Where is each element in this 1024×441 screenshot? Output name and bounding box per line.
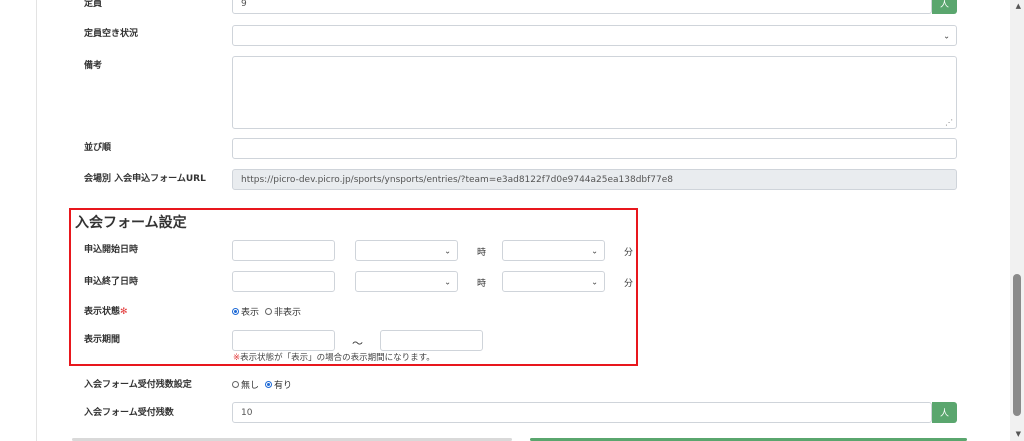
url-value: https://picro-dev.picro.jp/sports/ynspor… [241, 174, 674, 185]
note-text: 表示状態が「表示」の場合の表示期間になります。 [240, 353, 435, 363]
end-date-input[interactable] [232, 271, 335, 292]
url-readonly-field[interactable]: https://picro-dev.picro.jp/sports/ynspor… [232, 169, 957, 190]
resize-handle-icon[interactable]: ⋰ [945, 118, 953, 127]
display-show-option[interactable]: 表示 [232, 305, 259, 318]
radio-unchecked-icon[interactable] [265, 308, 273, 315]
end-minute-select[interactable]: ⌄ [502, 271, 605, 292]
end-hour-unit: 時 [477, 279, 487, 289]
display-period-label: 表示期間 [84, 335, 121, 345]
remaining-none-label: 無し [241, 381, 260, 391]
section-title: 入会フォーム設定 [75, 215, 187, 231]
required-mark: ✻ [120, 307, 128, 317]
capacity-value: 9 [241, 0, 247, 9]
remaining-setting-radio-group: 無し 有り [232, 378, 298, 391]
radio-checked-icon[interactable] [232, 308, 239, 315]
scroll-down-arrow-icon[interactable]: ▼ [1016, 430, 1021, 438]
remaining-count-label: 入会フォーム受付残数 [84, 408, 174, 418]
capacity-label: 定員 [84, 0, 103, 9]
chevron-down-icon: ⌄ [943, 31, 950, 40]
display-state-radio-group: 表示 非表示 [232, 305, 307, 318]
display-show-label: 表示 [241, 308, 260, 318]
chevron-down-icon: ⌄ [591, 246, 598, 255]
order-input[interactable] [232, 138, 957, 159]
capacity-input[interactable]: 9 [232, 0, 932, 14]
display-period-end-input[interactable] [380, 330, 483, 351]
radio-unchecked-icon[interactable] [232, 381, 239, 388]
left-border [36, 0, 37, 441]
start-hour-unit: 時 [477, 248, 487, 258]
capacity-unit-addon: 人 [932, 0, 957, 14]
end-datetime-label: 申込終了日時 [84, 277, 139, 287]
order-label: 並び順 [84, 143, 112, 153]
display-hide-label: 非表示 [274, 308, 302, 318]
period-tilde: ～ [352, 337, 363, 350]
start-minute-unit: 分 [624, 248, 634, 258]
start-minute-select[interactable]: ⌄ [502, 240, 605, 261]
remaining-yes-option[interactable]: 有り [265, 378, 292, 391]
chevron-down-icon: ⌄ [591, 277, 598, 286]
chevron-down-icon: ⌄ [444, 246, 451, 255]
display-period-start-input[interactable] [232, 330, 335, 351]
scrollbar-thumb[interactable] [1013, 274, 1021, 416]
radio-checked-icon[interactable] [265, 381, 273, 388]
remarks-label: 備考 [84, 61, 103, 71]
start-datetime-label: 申込開始日時 [84, 245, 139, 255]
end-minute-unit: 分 [624, 279, 634, 289]
end-hour-select[interactable]: ⌄ [355, 271, 458, 292]
start-date-input[interactable] [232, 240, 335, 261]
start-hour-select[interactable]: ⌄ [355, 240, 458, 261]
vacancy-label: 定員空き状況 [84, 29, 139, 39]
scroll-up-arrow-icon[interactable]: ▲ [1016, 2, 1021, 10]
remaining-count-unit-addon: 人 [932, 402, 957, 423]
remaining-count-value: 10 [241, 407, 253, 418]
remaining-setting-label: 入会フォーム受付残数設定 [84, 380, 192, 390]
remarks-textarea[interactable]: ⋰ [232, 56, 957, 129]
chevron-down-icon: ⌄ [444, 277, 451, 286]
display-state-label-text: 表示状態 [84, 307, 121, 317]
url-label: 会場別 入会申込フォームURL [84, 174, 206, 184]
remaining-count-input[interactable]: 10 [232, 402, 932, 423]
display-period-note: ※表示状態が「表示」の場合の表示期間になります。 [233, 351, 435, 363]
display-hide-option[interactable]: 非表示 [265, 305, 301, 318]
vacancy-select[interactable]: ⌄ [232, 25, 957, 46]
display-state-label: 表示状態✻ [84, 304, 128, 317]
remaining-none-option[interactable]: 無し [232, 378, 259, 391]
remaining-yes-label: 有り [274, 381, 293, 391]
